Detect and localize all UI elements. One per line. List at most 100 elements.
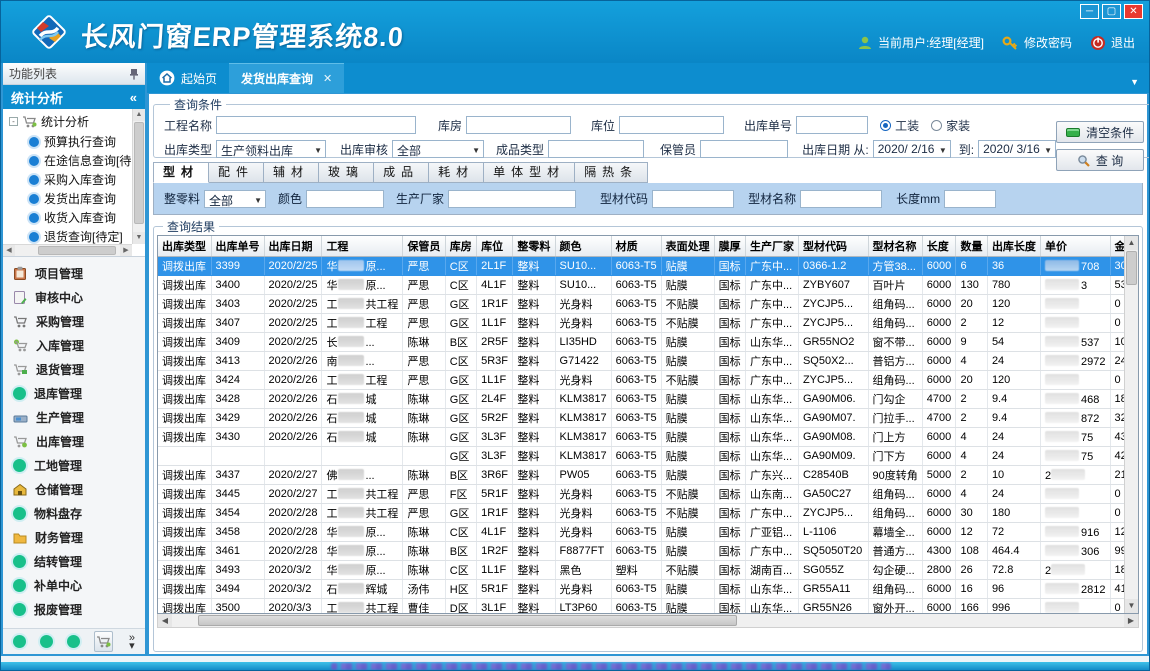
cell[interactable]: 3R6F (477, 466, 513, 485)
cell[interactable]: C区 (445, 561, 476, 580)
cell[interactable]: 不贴膜 (661, 561, 714, 580)
cell[interactable]: 3407 (211, 314, 264, 333)
cell[interactable]: B区 (445, 542, 476, 561)
project-name-input[interactable] (216, 116, 416, 134)
cell[interactable]: 工工程 (322, 314, 403, 333)
cell[interactable]: 广亚铝... (745, 523, 798, 542)
cell[interactable]: 国标 (714, 428, 745, 447)
cell[interactable]: 国标 (714, 580, 745, 599)
cell[interactable]: G区 (445, 428, 476, 447)
cell[interactable]: 1L1F (477, 371, 513, 390)
cell[interactable]: 30 (956, 504, 987, 523)
radio-work-decoration[interactable]: 工装 (880, 117, 919, 134)
pin-icon[interactable] (129, 68, 139, 80)
cell[interactable]: 调拨出库 (158, 314, 211, 333)
cell[interactable]: 5R1F (477, 580, 513, 599)
cell[interactable]: 陈琳 (403, 390, 445, 409)
column-header[interactable]: 出库长度 (987, 236, 1040, 257)
material-tab-5[interactable]: 成品 (374, 162, 429, 183)
module-circle-icon[interactable] (40, 635, 53, 648)
sidebar-section-header[interactable]: 统计分析 « (3, 85, 145, 109)
cell[interactable]: 陈琳 (403, 333, 445, 352)
cell[interactable]: 整料 (513, 485, 555, 504)
tree-item[interactable]: 收货入库查询 (3, 208, 145, 227)
profile-code-input[interactable] (652, 190, 734, 208)
cell[interactable]: G区 (445, 295, 476, 314)
cell[interactable]: C区 (445, 257, 476, 276)
cell[interactable]: 1R1F (477, 504, 513, 523)
cell[interactable]: 3413 (211, 352, 264, 371)
cell[interactable]: 山东华... (745, 580, 798, 599)
cell[interactable]: C区 (445, 523, 476, 542)
cell[interactable]: D区 (445, 599, 476, 615)
cell[interactable]: 708 (1041, 257, 1110, 276)
cell[interactable]: 调拨出库 (158, 409, 211, 428)
tree-root[interactable]: - 统计分析 (3, 109, 145, 132)
cell[interactable]: 整料 (513, 504, 555, 523)
material-tab-8[interactable]: 隔热条 (575, 162, 648, 183)
cell[interactable]: 2020/2/28 (264, 542, 322, 561)
tab-shipping-outbound-query[interactable]: 发货出库查询 ✕ (229, 63, 344, 93)
cell[interactable]: 广东中... (745, 504, 798, 523)
cell[interactable]: 4 (956, 447, 987, 466)
cell[interactable]: 6063-T5 (611, 428, 661, 447)
column-header[interactable]: 膜厚 (714, 236, 745, 257)
cell[interactable]: 468 (1041, 390, 1110, 409)
cell[interactable]: 普铝方... (868, 352, 922, 371)
cell[interactable]: 调拨出库 (158, 390, 211, 409)
cell[interactable]: 光身料 (555, 504, 611, 523)
cell[interactable]: 24 (987, 485, 1040, 504)
logout-button[interactable]: 退出 (1090, 34, 1135, 51)
cell[interactable]: 汤伟 (403, 580, 445, 599)
color-input[interactable] (306, 190, 384, 208)
cell[interactable]: 6063-T5 (611, 352, 661, 371)
cell[interactable]: LT3P60 (555, 599, 611, 615)
cell[interactable]: 4 (956, 428, 987, 447)
cell[interactable]: 调拨出库 (158, 485, 211, 504)
module-circle-icon[interactable] (13, 635, 26, 648)
cell[interactable]: 3430 (211, 428, 264, 447)
cell[interactable]: 2L4F (477, 390, 513, 409)
cell[interactable]: 整料 (513, 561, 555, 580)
cell[interactable]: 广东中... (745, 276, 798, 295)
cell[interactable]: 勾企硬... (868, 561, 922, 580)
cell[interactable]: 国标 (714, 314, 745, 333)
cell[interactable]: 光身料 (555, 314, 611, 333)
cell[interactable]: 陈琳 (403, 523, 445, 542)
cell[interactable]: 75 (1041, 447, 1110, 466)
cell[interactable]: 780 (987, 276, 1040, 295)
cell[interactable]: 广东中... (745, 314, 798, 333)
sidebar-item-工地管理[interactable]: 工地管理 (3, 453, 145, 477)
cell[interactable]: 严思 (403, 295, 445, 314)
column-header[interactable]: 出库单号 (211, 236, 264, 257)
cell[interactable]: GA50C27 (798, 485, 868, 504)
cell[interactable]: 3399 (211, 257, 264, 276)
cell[interactable]: 10 (987, 466, 1040, 485)
cell[interactable]: 72.8 (987, 561, 1040, 580)
cell[interactable]: 光身料 (555, 295, 611, 314)
cell[interactable] (1041, 314, 1110, 333)
cell[interactable]: 90度转角 (868, 466, 922, 485)
cell[interactable]: 不贴膜 (661, 504, 714, 523)
cell[interactable] (1041, 485, 1110, 504)
cell[interactable]: 5R3F (477, 352, 513, 371)
cell[interactable]: 整料 (513, 523, 555, 542)
cell[interactable]: 2 (956, 314, 987, 333)
cell[interactable]: 306 (1041, 542, 1110, 561)
cell[interactable]: 24 (987, 428, 1040, 447)
tree-item[interactable]: 在途信息查询[待 (3, 151, 145, 170)
cell[interactable]: 24 (987, 352, 1040, 371)
cell[interactable]: 整料 (513, 428, 555, 447)
cell[interactable] (1041, 295, 1110, 314)
cell[interactable]: 广东中... (745, 257, 798, 276)
cell[interactable]: 整料 (513, 447, 555, 466)
cell[interactable]: 整料 (513, 295, 555, 314)
cell[interactable]: GA90M09. (798, 447, 868, 466)
table-row[interactable]: 调拨出库34302020/2/26石城陈琳G区3L3F整料KLM38176063… (158, 428, 1138, 447)
cell[interactable]: 国标 (714, 504, 745, 523)
product-type-input[interactable] (548, 140, 644, 158)
cell[interactable]: 普通方... (868, 542, 922, 561)
cell[interactable]: 调拨出库 (158, 276, 211, 295)
clear-conditions-button[interactable]: 清空条件 (1056, 121, 1144, 143)
cell[interactable]: 9.4 (987, 390, 1040, 409)
